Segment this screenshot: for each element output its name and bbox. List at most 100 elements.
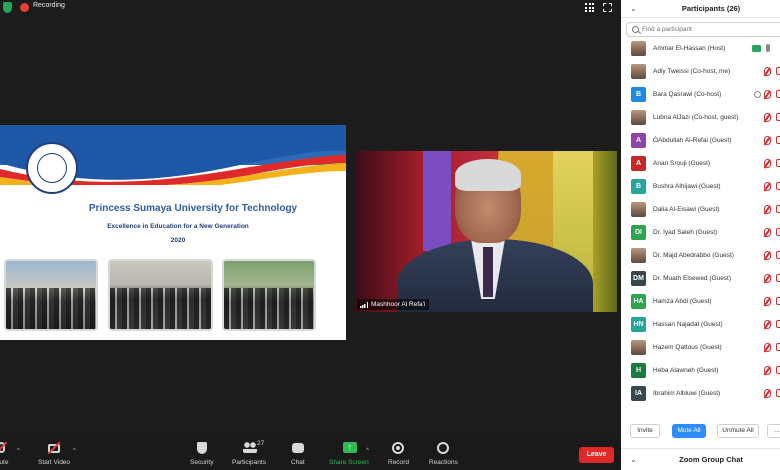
share-options-caret-icon[interactable]: ^ <box>366 448 369 454</box>
participant-row[interactable]: IA Ibrahim Albluwi (Guest) <box>621 383 780 405</box>
chat-label: Chat <box>291 459 305 466</box>
fullscreen-icon[interactable] <box>603 3 612 12</box>
avatar: DM <box>631 271 646 286</box>
participants-panel: ⌄ Participants (26) Ammar El-Hassan (Hos… <box>621 0 780 470</box>
participants-button[interactable]: 27 Participants <box>232 440 266 466</box>
participant-row[interactable]: Hazem Qattous (Guest) <box>621 337 780 359</box>
slide-photo <box>222 259 316 331</box>
video-on-icon[interactable] <box>752 45 761 52</box>
participant-row[interactable]: H Heba Alawneh (Guest) <box>621 360 780 382</box>
participant-row[interactable]: B Bara Qasrawi (Co-host) <box>621 84 780 106</box>
video-off-icon[interactable] <box>776 366 780 374</box>
reactions-label: Reactions <box>429 459 458 466</box>
video-off-icon[interactable] <box>776 274 780 282</box>
participant-row[interactable]: A ÓAbdullah Al-Refai (Guest) <box>621 130 780 152</box>
video-off-icon[interactable] <box>776 251 780 259</box>
participant-name: Ammar El-Hassan (Host) <box>653 45 726 52</box>
speaker-name-tag: Mashhoor Al Refa'i <box>357 299 430 310</box>
muted-microphone-icon[interactable] <box>764 320 771 329</box>
status-circle-icon <box>754 91 761 98</box>
participant-row[interactable]: DM Dr. Muath Elsewed (Guest) <box>621 268 780 290</box>
participant-name: Adiy Tweissi (Co-host, me) <box>653 68 731 75</box>
chat-button[interactable]: Chat <box>291 442 305 466</box>
share-screen-icon: ↑ <box>342 442 357 454</box>
participant-row[interactable]: Adiy Tweissi (Co-host, me) <box>621 61 780 83</box>
leave-button[interactable]: Leave <box>579 447 614 463</box>
video-off-icon[interactable] <box>776 320 780 328</box>
muted-microphone-icon[interactable] <box>764 389 771 398</box>
video-off-icon[interactable] <box>776 136 780 144</box>
muted-microphone-icon[interactable] <box>764 159 771 168</box>
avatar: A <box>631 156 646 171</box>
share-screen-button[interactable]: ↑ Share Screen <box>329 442 369 466</box>
video-off-icon[interactable] <box>776 228 780 236</box>
unmute-all-button[interactable]: Unmute All <box>717 424 759 438</box>
muted-microphone-icon[interactable] <box>764 182 771 191</box>
muted-microphone-icon[interactable] <box>764 343 771 352</box>
participant-name: Lubna AlJazi (Co-host, guest) <box>653 114 739 121</box>
muted-microphone-icon[interactable] <box>764 366 771 375</box>
muted-microphone-icon[interactable] <box>764 274 771 283</box>
participant-row[interactable]: HN Hassan Najadat (Guest) <box>621 314 780 336</box>
muted-microphone-icon[interactable] <box>764 251 771 260</box>
muted-microphone-icon[interactable] <box>764 113 771 122</box>
video-off-icon[interactable] <box>776 113 780 121</box>
video-options-caret-icon[interactable]: ^ <box>73 448 76 454</box>
slide-photo <box>108 259 213 331</box>
encryption-shield-icon[interactable] <box>3 2 12 13</box>
avatar: H <box>631 363 646 378</box>
speaker-video-tile[interactable]: Mashhoor Al Refa'i <box>355 151 617 312</box>
panel-header: ⌄ Participants (26) <box>621 0 780 18</box>
participant-row[interactable]: Ammar El-Hassan (Host) <box>621 38 780 60</box>
start-video-button[interactable]: Start Video <box>38 441 70 466</box>
audio-options-caret-icon[interactable]: ^ <box>17 448 20 454</box>
muted-microphone-icon[interactable] <box>764 297 771 306</box>
security-button[interactable]: Security <box>190 442 213 466</box>
participant-row[interactable]: Lubna AlJazi (Co-host, guest) <box>621 107 780 129</box>
avatar: IA <box>631 386 646 401</box>
signal-bars-icon <box>360 302 368 308</box>
muted-microphone-icon[interactable] <box>764 67 771 76</box>
invite-button[interactable]: Invite <box>630 424 660 438</box>
participant-row[interactable]: A Anan Srouji (Guest) <box>621 153 780 175</box>
video-off-icon[interactable] <box>776 159 780 167</box>
video-off-icon[interactable] <box>776 90 780 98</box>
avatar <box>631 202 646 217</box>
reactions-button[interactable]: Reactions <box>429 442 458 466</box>
search-icon <box>632 26 639 33</box>
participant-name: Hassan Najadat (Guest) <box>653 321 723 328</box>
avatar: DI <box>631 225 646 240</box>
avatar: A <box>631 133 646 148</box>
participant-name: Hazem Qattous (Guest) <box>653 344 722 351</box>
participant-name: Hamza Abdi (Guest) <box>653 298 712 305</box>
video-off-icon[interactable] <box>776 205 780 213</box>
microphone-icon[interactable] <box>766 44 770 52</box>
participant-search-box[interactable] <box>626 22 780 37</box>
muted-microphone-icon[interactable] <box>764 228 771 237</box>
mute-all-button[interactable]: Mute All <box>672 424 706 438</box>
participant-row[interactable]: DI Dr. Iyad Saleh (Guest) <box>621 222 780 244</box>
video-off-icon[interactable] <box>776 67 780 75</box>
video-off-icon[interactable] <box>776 297 780 305</box>
chat-panel-header[interactable]: ⌄ Zoom Group Chat <box>621 448 780 470</box>
mute-button[interactable]: mute <box>0 441 8 466</box>
video-camera-icon <box>47 441 61 455</box>
record-button[interactable]: Record <box>388 442 409 466</box>
participant-search-input[interactable] <box>642 26 772 33</box>
participant-row[interactable]: HA Hamza Abdi (Guest) <box>621 291 780 313</box>
muted-microphone-icon[interactable] <box>764 90 771 99</box>
muted-microphone-icon[interactable] <box>764 136 771 145</box>
avatar: B <box>631 179 646 194</box>
participant-row[interactable]: Dalia Al-Eisawi (Guest) <box>621 199 780 221</box>
more-options-button[interactable]: ... <box>767 424 780 438</box>
participants-label: Participants <box>232 459 266 466</box>
participant-row[interactable]: B Bushra Alhijawi (Guest) <box>621 176 780 198</box>
slide-year: 2020 <box>170 237 186 244</box>
video-off-icon[interactable] <box>776 389 780 397</box>
participants-icon: 27 <box>242 440 264 454</box>
participant-row[interactable]: Dr. Majd Abedrabbo (Guest) <box>621 245 780 267</box>
video-off-icon[interactable] <box>776 343 780 351</box>
muted-microphone-icon[interactable] <box>764 205 771 214</box>
gallery-view-icon[interactable] <box>585 3 594 12</box>
video-off-icon[interactable] <box>776 182 780 190</box>
